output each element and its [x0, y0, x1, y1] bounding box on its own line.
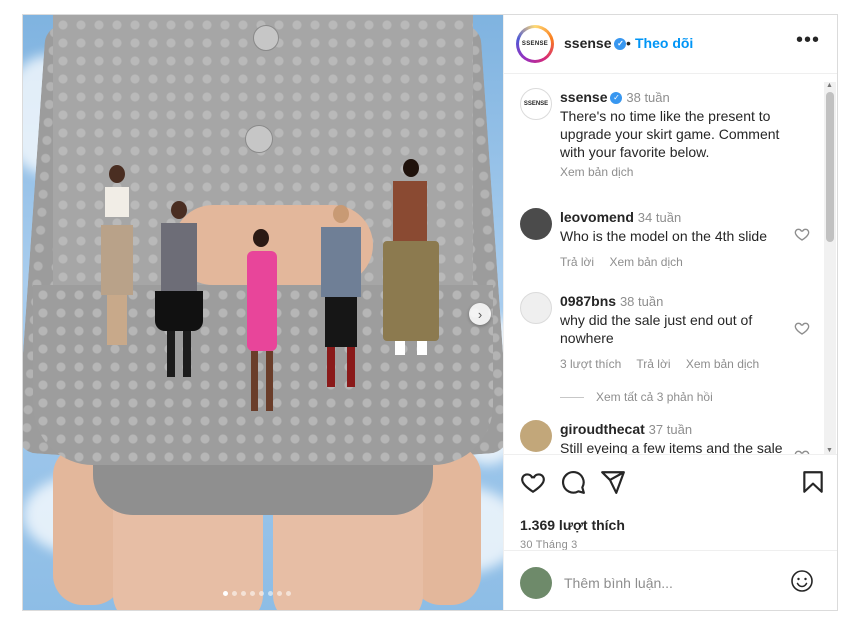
- emoji-icon[interactable]: [790, 569, 814, 593]
- avatar[interactable]: [520, 292, 552, 324]
- scroll-down-arrow-icon[interactable]: ▼: [826, 447, 833, 454]
- comment-likes[interactable]: 3 lượt thích: [560, 357, 621, 371]
- carousel-dot: [277, 591, 282, 596]
- separator-dot: •: [626, 35, 631, 51]
- like-heart-icon[interactable]: [520, 469, 546, 495]
- carousel-dot: [259, 591, 264, 596]
- carousel-dot: [223, 591, 228, 596]
- carousel-dot: [268, 591, 273, 596]
- model-figure: [237, 229, 287, 419]
- like-comment-heart-icon[interactable]: [794, 226, 810, 242]
- view-replies-button[interactable]: Xem tất cả 3 phản hồi: [560, 390, 713, 404]
- model-figure: [379, 159, 441, 359]
- post-details-panel: SSENSE ssense ✓ • Theo dõi ••• SSENSE sse…: [503, 15, 837, 610]
- comment-text: why did the sale just end out of nowhere: [560, 312, 753, 346]
- next-image-button[interactable]: ›: [469, 303, 491, 325]
- carousel-indicator: [223, 591, 291, 596]
- comment-username[interactable]: giroudthecat: [560, 421, 645, 437]
- share-send-icon[interactable]: [600, 469, 626, 495]
- translate-link[interactable]: Xem bản dịch: [609, 255, 682, 269]
- caption-text: There's no time like the present to upgr…: [560, 108, 780, 160]
- add-comment-input[interactable]: Thêm bình luận...: [564, 575, 673, 591]
- carousel-dot: [250, 591, 255, 596]
- avatar[interactable]: SSENSE: [516, 25, 554, 63]
- more-icon[interactable]: •••: [796, 29, 820, 52]
- comment-time[interactable]: 34 tuần: [638, 210, 681, 225]
- likes-count[interactable]: 1.369 lượt thích: [520, 517, 625, 533]
- comment-username[interactable]: 0987bns: [560, 293, 616, 309]
- post-modal: › SSENSE ssense ✓ • Theo dõi ••• SSENSE …: [22, 14, 838, 611]
- carousel-dot: [286, 591, 291, 596]
- follow-button[interactable]: Theo dõi: [635, 35, 693, 51]
- verified-badge-icon: ✓: [610, 92, 623, 105]
- reply-button[interactable]: Trả lời: [636, 357, 670, 371]
- caption: SSENSE ssense ✓ 38 tuần There's no time l…: [520, 88, 810, 181]
- caption-time[interactable]: 38 tuần: [626, 90, 669, 105]
- comment-time[interactable]: 37 tuần: [649, 422, 692, 437]
- carousel-dot: [241, 591, 246, 596]
- model-figure: [313, 205, 369, 395]
- carousel-dot: [232, 591, 237, 596]
- caption-username[interactable]: ssense: [560, 89, 607, 105]
- scroll-thumb[interactable]: [826, 92, 834, 242]
- comment-item: leovomend 34 tuần Who is the model on th…: [520, 208, 810, 278]
- model-figure: [95, 165, 139, 355]
- comment-text: Still eyeing a few items and the sale ju…: [560, 440, 783, 454]
- add-comment-bar: Thêm bình luận...: [504, 550, 837, 610]
- post-header: SSENSE ssense ✓ • Theo dõi •••: [504, 15, 837, 74]
- avatar[interactable]: [520, 420, 552, 452]
- comment-time[interactable]: 38 tuần: [620, 294, 663, 309]
- model-figure: [149, 201, 209, 381]
- view-replies-label: Xem tất cả 3 phản hồi: [596, 390, 713, 404]
- comment-item: 0987bns 38 tuần why did the sale just en…: [520, 292, 810, 382]
- chevron-right-icon: ›: [477, 306, 483, 322]
- save-bookmark-icon[interactable]: [800, 469, 826, 495]
- like-comment-heart-icon[interactable]: [794, 320, 810, 336]
- post-image[interactable]: ›: [23, 15, 503, 610]
- translate-link[interactable]: Xem bản dịch: [686, 357, 759, 371]
- avatar[interactable]: [520, 208, 552, 240]
- comment-item: giroudthecat 37 tuần Still eyeing a few …: [520, 420, 810, 454]
- translate-link[interactable]: Xem bản dịch: [560, 163, 800, 181]
- header-username[interactable]: ssense: [564, 35, 611, 51]
- reply-button[interactable]: Trả lời: [560, 255, 594, 269]
- avatar[interactable]: SSENSE: [520, 88, 552, 120]
- comments-scrollbar[interactable]: ▲ ▼: [824, 82, 836, 454]
- comment-text: Who is the model on the 4th slide: [560, 228, 768, 244]
- avatar[interactable]: [520, 567, 552, 599]
- verified-badge-icon: ✓: [614, 38, 627, 51]
- scroll-up-arrow-icon[interactable]: ▲: [826, 82, 833, 89]
- comments-list[interactable]: SSENSE ssense ✓ 38 tuần There's no time l…: [504, 74, 837, 454]
- avatar-logo-text: SSENSE: [519, 28, 551, 60]
- comment-username[interactable]: leovomend: [560, 209, 634, 225]
- comment-bubble-icon[interactable]: [560, 469, 586, 495]
